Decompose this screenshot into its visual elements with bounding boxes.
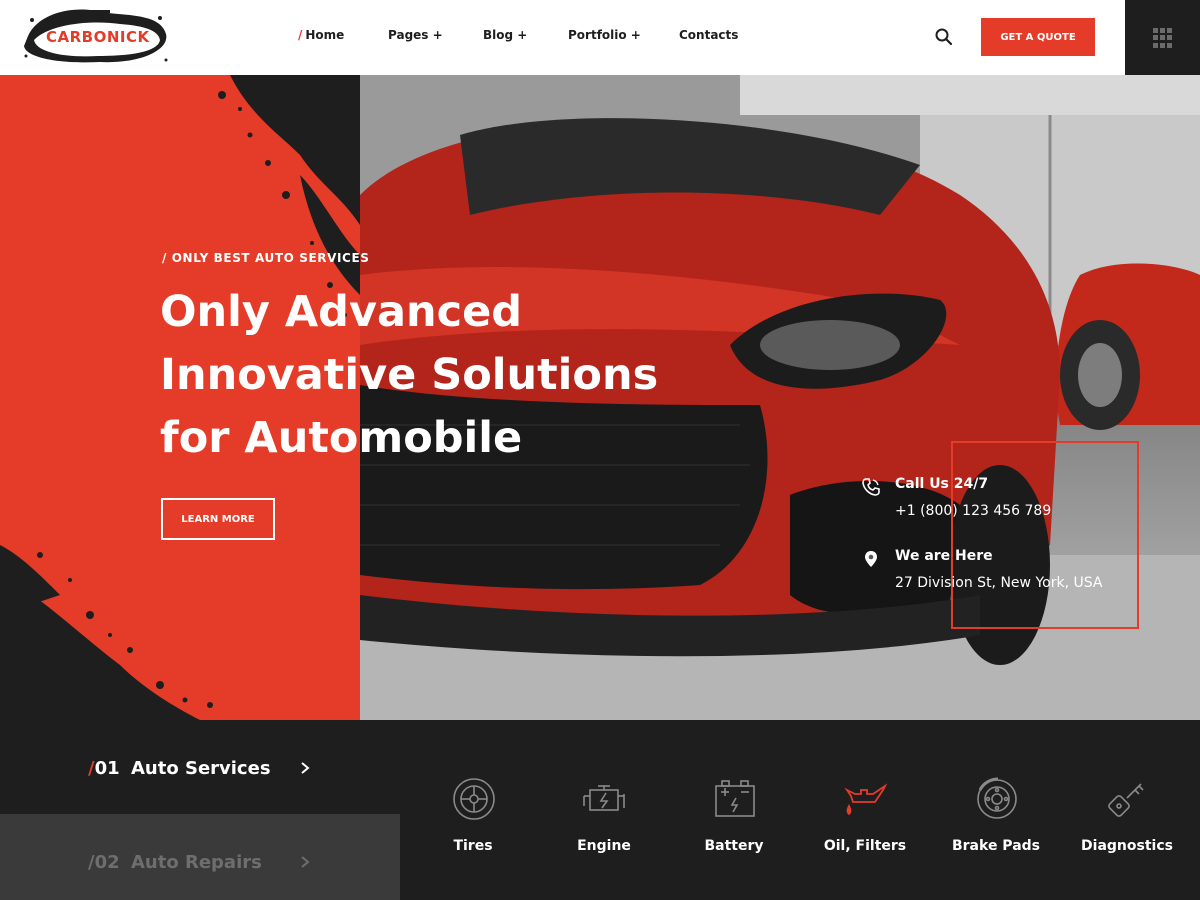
hero-title: Only Advanced Innovative Solutions for A…: [160, 281, 659, 470]
service-label: Brake Pads: [951, 838, 1040, 854]
service-label: Engine: [577, 838, 631, 854]
brake-disc-icon: [974, 776, 1020, 822]
nav-item-label: Blog +: [483, 28, 528, 42]
contact-value: 27 Division St, New York, USA: [895, 575, 1103, 591]
learn-more-button[interactable]: LEARN MORE: [161, 498, 275, 540]
hero-section: / ONLY BEST AUTO SERVICES Only Advanced …: [0, 75, 1200, 720]
nav-item-blog[interactable]: Blog +: [483, 28, 527, 42]
category-auto-services[interactable]: /01 Auto Services: [0, 720, 400, 814]
contact-title: Call Us 24/7: [895, 476, 989, 492]
hero-title-line: Only Advanced: [160, 287, 523, 337]
service-tires[interactable]: Tires: [408, 720, 538, 900]
nav-item-home[interactable]: / Home: [298, 28, 344, 42]
location-pin-icon: [862, 550, 880, 568]
contact-value: +1 (800) 123 456 789: [895, 503, 1052, 519]
hero-title-line: Innovative Solutions: [160, 350, 659, 400]
hero-tagline: / ONLY BEST AUTO SERVICES: [162, 251, 370, 265]
service-diagnostics[interactable]: Diagnostics: [1062, 720, 1192, 900]
category-number: /02: [88, 852, 120, 873]
engine-icon: [582, 776, 628, 822]
phone-icon: [862, 478, 880, 496]
category-number: /01: [88, 758, 120, 779]
contact-frame: [951, 441, 1139, 629]
get-a-quote-button[interactable]: GET A QUOTE: [981, 18, 1095, 56]
battery-icon: [712, 776, 758, 822]
nav-active-marker: /: [298, 28, 303, 42]
chevron-right-icon: [298, 761, 312, 775]
nav-item-portfolio[interactable]: Portfolio +: [568, 28, 641, 42]
service-label: Battery: [704, 838, 764, 854]
service-engine[interactable]: Engine: [539, 720, 669, 900]
service-brake-pads[interactable]: Brake Pads: [931, 720, 1061, 900]
service-label: Tires: [453, 838, 493, 854]
contact-title: We are Here: [895, 548, 993, 564]
services-section: /01 Auto Services /02 Auto Repairs Tires: [0, 720, 1200, 900]
chevron-right-icon: [298, 855, 312, 869]
logo-text: CARBONICK: [46, 28, 150, 46]
oil-can-icon: [843, 776, 889, 822]
nav-item-label: Contacts: [679, 28, 739, 42]
logo[interactable]: CARBONICK: [20, 6, 170, 68]
nav-item-label: Portfolio +: [568, 28, 641, 42]
nav-item-label: Pages +: [388, 28, 443, 42]
category-label: Auto Repairs: [131, 852, 262, 873]
site-header: CARBONICK / Home Pages + Blog + Portfolio…: [0, 0, 1200, 75]
menu-toggle-button[interactable]: [1125, 0, 1200, 75]
hero-title-line: for Automobile: [160, 413, 523, 463]
tire-icon: [451, 776, 497, 822]
grid-menu-icon: [1153, 28, 1173, 48]
service-label: Oil, Filters: [823, 838, 907, 854]
service-battery[interactable]: Battery: [669, 720, 799, 900]
service-label: Diagnostics: [1081, 838, 1173, 854]
category-label: Auto Services: [131, 758, 271, 779]
nav-item-pages[interactable]: Pages +: [388, 28, 443, 42]
diagnostic-key-icon: [1105, 776, 1151, 822]
nav-item-contacts[interactable]: Contacts: [679, 28, 738, 42]
category-auto-repairs[interactable]: /02 Auto Repairs: [0, 814, 400, 900]
search-icon[interactable]: [934, 27, 954, 47]
nav-item-label: Home: [305, 28, 345, 42]
service-oil-filters[interactable]: Oil, Filters: [800, 720, 930, 900]
